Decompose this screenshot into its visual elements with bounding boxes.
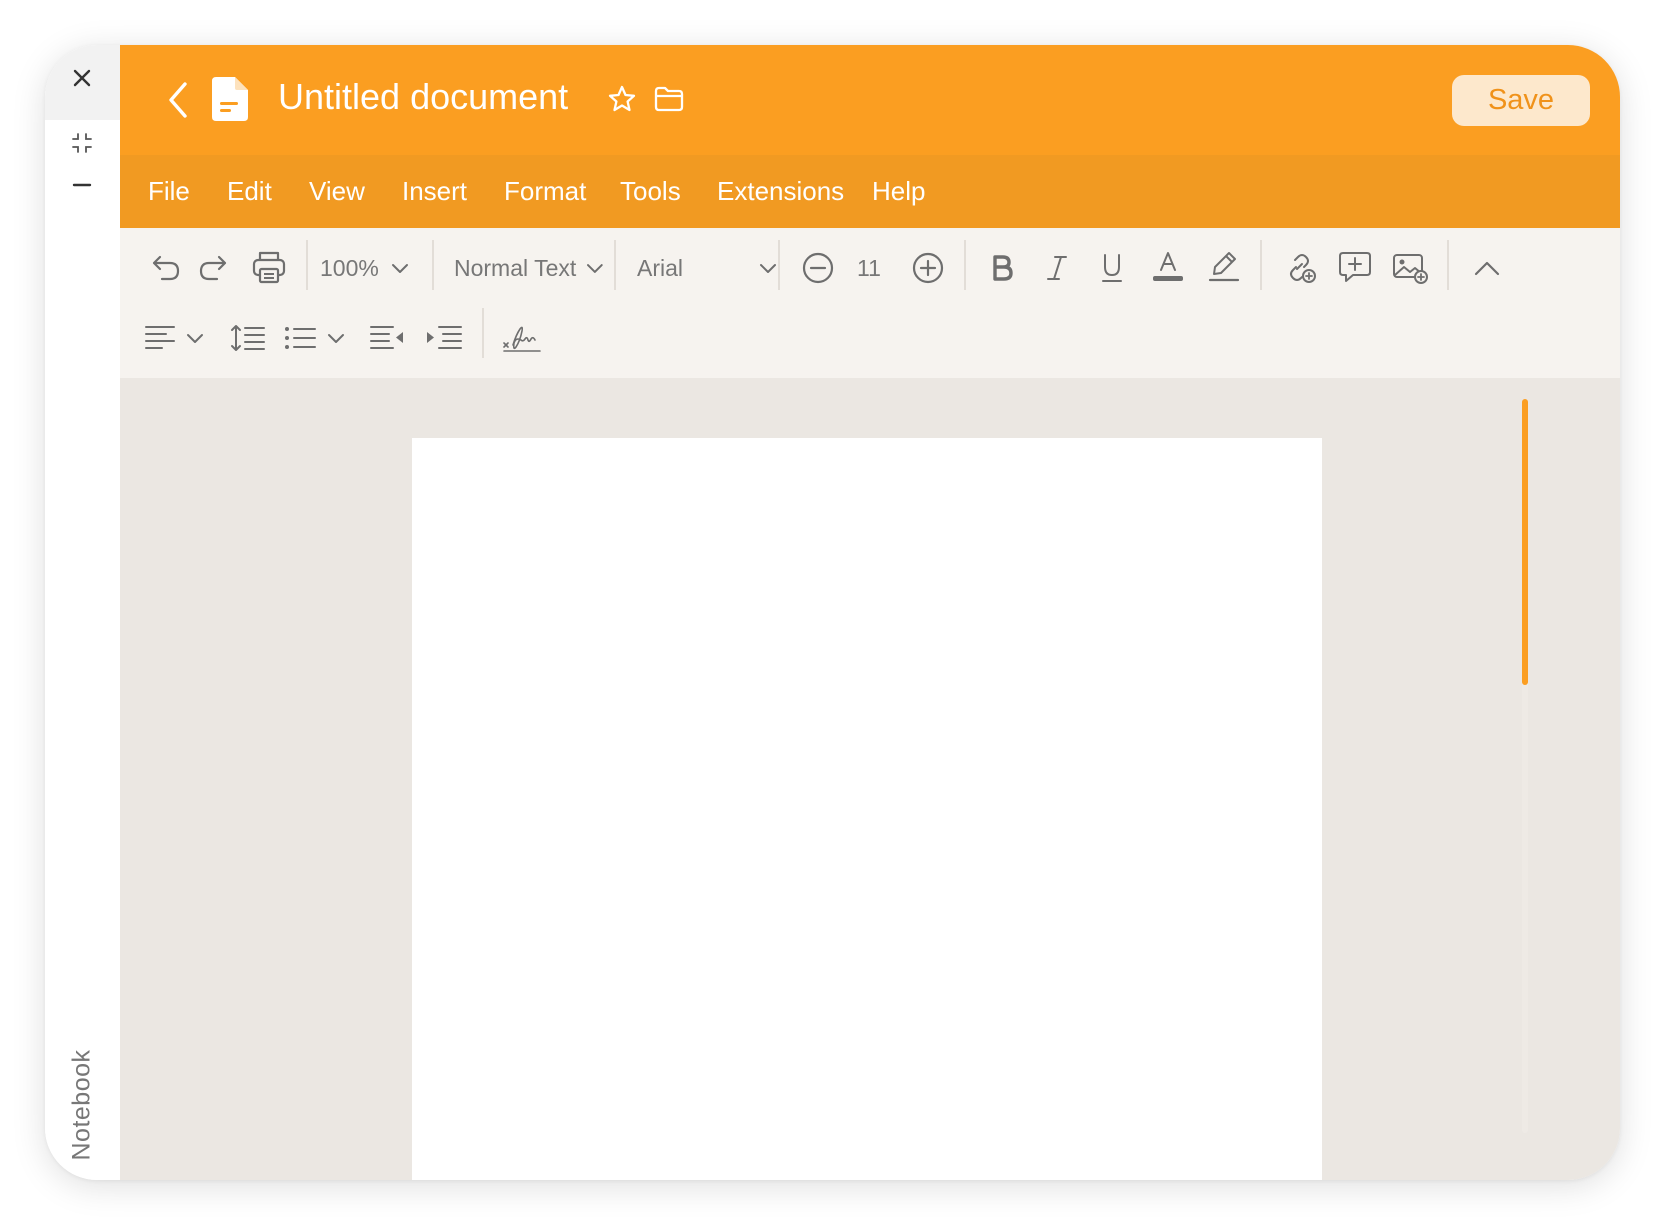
add-comment-button[interactable] [1332,244,1378,290]
zoom-value: 100% [320,254,379,281]
signature-icon [503,326,541,352]
close-button[interactable] [62,58,102,98]
collapse-toolbar-button[interactable] [1465,246,1509,290]
font-value: Arial [637,254,684,281]
paragraph-style-select[interactable]: Normal Text [454,246,604,290]
menu-view[interactable]: View [309,155,365,228]
star-icon [608,85,636,112]
font-size-field[interactable]: 11 [847,246,891,290]
image-add-icon [1393,254,1428,284]
chevron-down-icon [760,264,776,273]
decrease-font-size-button[interactable] [796,246,840,290]
align-left-icon [145,326,175,349]
save-button[interactable]: Save [1452,75,1590,126]
decrease-indent-button[interactable] [366,316,410,360]
toolbar-divider [482,308,484,358]
bulleted-list-select[interactable] [283,316,353,360]
align-select[interactable] [144,316,214,360]
chevron-down-icon [391,264,408,273]
chevron-left-icon [169,82,187,118]
menu-file[interactable]: File [148,155,190,228]
signature-button[interactable] [498,314,546,362]
italic-button[interactable] [1035,246,1079,290]
bold-icon [993,255,1013,281]
toolbar-divider [614,240,616,290]
bold-button[interactable] [980,246,1024,290]
increase-font-size-button[interactable] [906,246,950,290]
chevron-up-icon [1474,261,1500,276]
insert-image-button[interactable] [1387,244,1433,290]
formatting-toolbar: 100% Normal Text Arial 11 [120,228,1620,378]
toolbar-divider [964,240,966,290]
underline-icon [1102,254,1122,282]
line-spacing-icon [231,325,265,351]
move-to-folder-button[interactable] [651,81,687,117]
folder-icon [654,86,684,112]
text-color-button[interactable] [1145,244,1191,290]
increase-indent-button[interactable] [422,316,466,360]
zoom-select[interactable]: 100% [320,246,415,290]
redo-button[interactable] [191,246,235,290]
minimize-button[interactable] [62,165,102,205]
chevron-down-icon [587,264,604,273]
highlight-button[interactable] [1201,244,1247,290]
minus-circle-icon [802,252,834,284]
link-add-icon [1290,254,1316,283]
chevron-down-icon [328,334,344,343]
scrollbar-thumb[interactable] [1522,399,1528,685]
title-bar: Untitled document Save [120,45,1620,155]
toolbar-divider [1447,240,1449,290]
document-icon [212,77,248,121]
indent-decrease-icon [370,326,403,349]
toolbar-divider [1260,240,1262,290]
bulleted-list-icon [285,327,316,349]
vertical-scrollbar[interactable] [1522,399,1528,1133]
paragraph-style-value: Normal Text [454,254,577,281]
menu-tools[interactable]: Tools [620,155,681,228]
collapse-icon [72,133,92,153]
toolbar-divider [778,240,780,290]
toolbar-divider [306,240,308,290]
menu-help[interactable]: Help [872,155,925,228]
font-size-value: 11 [857,254,881,281]
printer-icon [252,251,286,284]
undo-button[interactable] [144,246,188,290]
undo-icon [152,255,180,281]
back-button[interactable] [156,78,200,122]
app-window: Notebook Untitled document Save File Edi… [45,45,1620,1180]
side-rail: Notebook [45,45,120,1180]
chevron-down-icon [187,334,203,343]
font-select[interactable]: Arial [637,246,777,290]
italic-icon [1047,256,1067,280]
plus-circle-icon [912,252,944,284]
menu-edit[interactable]: Edit [227,155,272,228]
print-button[interactable] [246,244,292,290]
close-icon [73,69,91,87]
menu-bar: File Edit View Insert Format Tools Exten… [120,155,1620,228]
menu-insert[interactable]: Insert [402,155,467,228]
menu-extensions[interactable]: Extensions [717,155,844,228]
insert-link-button[interactable] [1277,244,1323,290]
redo-icon [199,255,227,281]
document-title[interactable]: Untitled document [278,73,568,121]
comment-add-icon [1339,252,1371,282]
underline-button[interactable] [1090,246,1134,290]
line-spacing-button[interactable] [226,316,270,360]
editor-app: Untitled document Save File Edit View In… [120,45,1620,1180]
text-color-icon [1153,252,1183,281]
star-button[interactable] [604,81,640,117]
menu-format[interactable]: Format [504,155,586,228]
notebook-label[interactable]: Notebook [68,1049,97,1160]
highlighter-icon [1208,252,1240,282]
exit-fullscreen-button[interactable] [62,123,102,163]
document-page[interactable] [412,438,1322,1180]
toolbar-divider [432,240,434,290]
indent-increase-icon [427,326,462,349]
minimize-icon [72,183,92,187]
